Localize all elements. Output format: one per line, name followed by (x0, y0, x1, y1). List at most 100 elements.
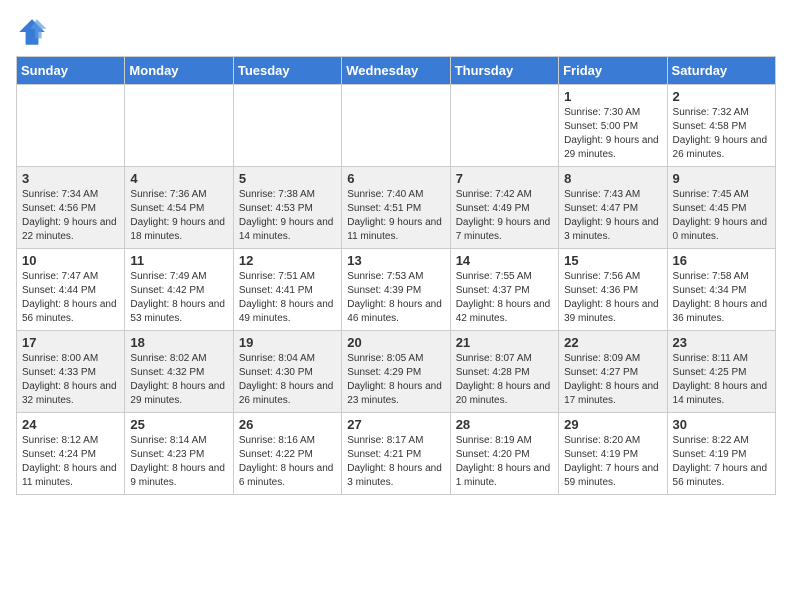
day-number: 9 (673, 171, 770, 186)
calendar-day-header: Thursday (450, 57, 558, 85)
day-info: Sunrise: 8:19 AM Sunset: 4:20 PM Dayligh… (456, 434, 553, 490)
day-number: 30 (673, 417, 770, 432)
calendar-day-cell: 23 Sunrise: 8:11 AM Sunset: 4:25 PM Dayli… (667, 331, 775, 413)
day-number: 27 (347, 417, 444, 432)
calendar-day-cell: 9 Sunrise: 7:45 AM Sunset: 4:45 PM Daylig… (667, 167, 775, 249)
day-info: Sunrise: 7:49 AM Sunset: 4:42 PM Dayligh… (130, 270, 227, 326)
calendar-day-header: Saturday (667, 57, 775, 85)
calendar-day-cell (450, 85, 558, 167)
calendar-day-cell: 24 Sunrise: 8:12 AM Sunset: 4:24 PM Dayli… (17, 413, 125, 495)
day-number: 28 (456, 417, 553, 432)
day-number: 23 (673, 335, 770, 350)
calendar-day-cell: 4 Sunrise: 7:36 AM Sunset: 4:54 PM Daylig… (125, 167, 233, 249)
day-info: Sunrise: 7:56 AM Sunset: 4:36 PM Dayligh… (564, 270, 661, 326)
day-info: Sunrise: 8:14 AM Sunset: 4:23 PM Dayligh… (130, 434, 227, 490)
day-number: 21 (456, 335, 553, 350)
calendar-day-cell: 12 Sunrise: 7:51 AM Sunset: 4:41 PM Dayli… (233, 249, 341, 331)
day-info: Sunrise: 8:00 AM Sunset: 4:33 PM Dayligh… (22, 352, 119, 408)
day-number: 2 (673, 89, 770, 104)
day-info: Sunrise: 7:32 AM Sunset: 4:58 PM Dayligh… (673, 106, 770, 162)
day-info: Sunrise: 8:07 AM Sunset: 4:28 PM Dayligh… (456, 352, 553, 408)
day-number: 10 (22, 253, 119, 268)
calendar-day-cell: 29 Sunrise: 8:20 AM Sunset: 4:19 PM Dayli… (559, 413, 667, 495)
calendar-day-header: Sunday (17, 57, 125, 85)
day-info: Sunrise: 8:22 AM Sunset: 4:19 PM Dayligh… (673, 434, 770, 490)
calendar-week-row: 3 Sunrise: 7:34 AM Sunset: 4:56 PM Daylig… (17, 167, 776, 249)
calendar-day-cell (342, 85, 450, 167)
calendar-day-cell: 19 Sunrise: 8:04 AM Sunset: 4:30 PM Dayli… (233, 331, 341, 413)
day-info: Sunrise: 8:05 AM Sunset: 4:29 PM Dayligh… (347, 352, 444, 408)
calendar-day-cell: 25 Sunrise: 8:14 AM Sunset: 4:23 PM Dayli… (125, 413, 233, 495)
day-number: 17 (22, 335, 119, 350)
calendar-day-cell: 8 Sunrise: 7:43 AM Sunset: 4:47 PM Daylig… (559, 167, 667, 249)
day-number: 4 (130, 171, 227, 186)
calendar-day-cell: 11 Sunrise: 7:49 AM Sunset: 4:42 PM Dayli… (125, 249, 233, 331)
calendar-day-header: Tuesday (233, 57, 341, 85)
day-info: Sunrise: 8:20 AM Sunset: 4:19 PM Dayligh… (564, 434, 661, 490)
day-number: 18 (130, 335, 227, 350)
day-info: Sunrise: 7:58 AM Sunset: 4:34 PM Dayligh… (673, 270, 770, 326)
day-info: Sunrise: 7:55 AM Sunset: 4:37 PM Dayligh… (456, 270, 553, 326)
calendar-day-cell: 26 Sunrise: 8:16 AM Sunset: 4:22 PM Dayli… (233, 413, 341, 495)
day-info: Sunrise: 8:11 AM Sunset: 4:25 PM Dayligh… (673, 352, 770, 408)
day-number: 29 (564, 417, 661, 432)
calendar-day-cell: 6Sunrise: 7:40 AM Sunset: 4:51 PM Daylig… (342, 167, 450, 249)
calendar-day-cell: 7Sunrise: 7:42 AM Sunset: 4:49 PM Daylig… (450, 167, 558, 249)
day-number: 25 (130, 417, 227, 432)
calendar-header-row: SundayMondayTuesdayWednesdayThursdayFrid… (17, 57, 776, 85)
calendar-day-cell: 2 Sunrise: 7:32 AM Sunset: 4:58 PM Daylig… (667, 85, 775, 167)
calendar-table: SundayMondayTuesdayWednesdayThursdayFrid… (16, 56, 776, 495)
calendar-day-cell: 20Sunrise: 8:05 AM Sunset: 4:29 PM Dayli… (342, 331, 450, 413)
day-info: Sunrise: 8:09 AM Sunset: 4:27 PM Dayligh… (564, 352, 661, 408)
day-info: Sunrise: 8:12 AM Sunset: 4:24 PM Dayligh… (22, 434, 119, 490)
calendar-day-cell: 3 Sunrise: 7:34 AM Sunset: 4:56 PM Daylig… (17, 167, 125, 249)
calendar-day-cell: 14Sunrise: 7:55 AM Sunset: 4:37 PM Dayli… (450, 249, 558, 331)
day-info: Sunrise: 7:36 AM Sunset: 4:54 PM Dayligh… (130, 188, 227, 244)
logo-icon (16, 16, 48, 48)
calendar-week-row: 17 Sunrise: 8:00 AM Sunset: 4:33 PM Dayli… (17, 331, 776, 413)
calendar-day-cell (17, 85, 125, 167)
day-number: 13 (347, 253, 444, 268)
day-info: Sunrise: 7:34 AM Sunset: 4:56 PM Dayligh… (22, 188, 119, 244)
calendar-day-header: Monday (125, 57, 233, 85)
day-info: Sunrise: 7:43 AM Sunset: 4:47 PM Dayligh… (564, 188, 661, 244)
day-info: Sunrise: 7:38 AM Sunset: 4:53 PM Dayligh… (239, 188, 336, 244)
day-number: 19 (239, 335, 336, 350)
day-number: 3 (22, 171, 119, 186)
day-info: Sunrise: 8:02 AM Sunset: 4:32 PM Dayligh… (130, 352, 227, 408)
calendar-week-row: 10 Sunrise: 7:47 AM Sunset: 4:44 PM Dayli… (17, 249, 776, 331)
day-info: Sunrise: 8:16 AM Sunset: 4:22 PM Dayligh… (239, 434, 336, 490)
day-number: 5 (239, 171, 336, 186)
day-info: Sunrise: 7:30 AM Sunset: 5:00 PM Dayligh… (564, 106, 661, 162)
day-info: Sunrise: 8:04 AM Sunset: 4:30 PM Dayligh… (239, 352, 336, 408)
day-number: 24 (22, 417, 119, 432)
calendar-day-cell: 27 Sunrise: 8:17 AM Sunset: 4:21 PM Dayli… (342, 413, 450, 495)
calendar-day-cell: 16 Sunrise: 7:58 AM Sunset: 4:34 PM Dayli… (667, 249, 775, 331)
calendar-day-cell: 17 Sunrise: 8:00 AM Sunset: 4:33 PM Dayli… (17, 331, 125, 413)
logo (16, 16, 52, 48)
day-number: 7 (456, 171, 553, 186)
calendar-day-cell: 18 Sunrise: 8:02 AM Sunset: 4:32 PM Dayli… (125, 331, 233, 413)
calendar-day-cell: 15Sunrise: 7:56 AM Sunset: 4:36 PM Dayli… (559, 249, 667, 331)
calendar-week-row: 1 Sunrise: 7:30 AM Sunset: 5:00 PM Daylig… (17, 85, 776, 167)
day-number: 8 (564, 171, 661, 186)
day-info: Sunrise: 7:40 AM Sunset: 4:51 PM Dayligh… (347, 188, 444, 244)
day-info: Sunrise: 8:17 AM Sunset: 4:21 PM Dayligh… (347, 434, 444, 490)
page-header (16, 16, 776, 48)
calendar-day-header: Friday (559, 57, 667, 85)
calendar-day-cell (233, 85, 341, 167)
day-number: 12 (239, 253, 336, 268)
calendar-day-cell: 13 Sunrise: 7:53 AM Sunset: 4:39 PM Dayli… (342, 249, 450, 331)
calendar-day-cell: 21 Sunrise: 8:07 AM Sunset: 4:28 PM Dayli… (450, 331, 558, 413)
calendar-day-cell: 10 Sunrise: 7:47 AM Sunset: 4:44 PM Dayli… (17, 249, 125, 331)
day-number: 11 (130, 253, 227, 268)
day-number: 1 (564, 89, 661, 104)
day-number: 26 (239, 417, 336, 432)
day-info: Sunrise: 7:45 AM Sunset: 4:45 PM Dayligh… (673, 188, 770, 244)
day-info: Sunrise: 7:47 AM Sunset: 4:44 PM Dayligh… (22, 270, 119, 326)
day-info: Sunrise: 7:51 AM Sunset: 4:41 PM Dayligh… (239, 270, 336, 326)
day-number: 16 (673, 253, 770, 268)
calendar-day-cell: 30 Sunrise: 8:22 AM Sunset: 4:19 PM Dayli… (667, 413, 775, 495)
day-info: Sunrise: 7:53 AM Sunset: 4:39 PM Dayligh… (347, 270, 444, 326)
calendar-day-cell: 1 Sunrise: 7:30 AM Sunset: 5:00 PM Daylig… (559, 85, 667, 167)
